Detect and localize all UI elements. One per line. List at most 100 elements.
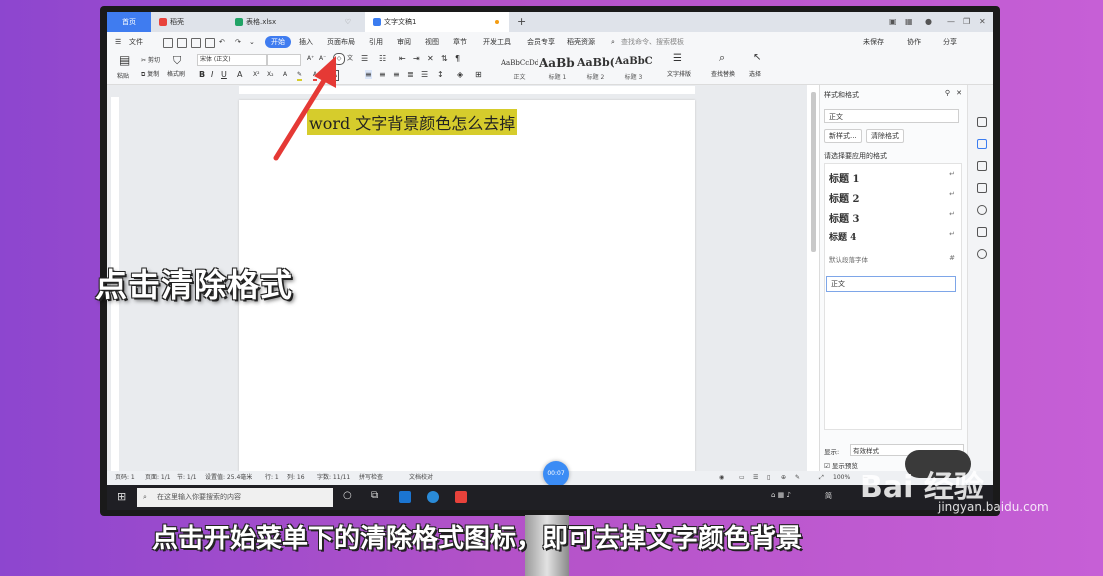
menu-member[interactable]: 会员专享 <box>527 32 555 52</box>
avatar[interactable]: ● <box>925 12 932 32</box>
undo-icon[interactable]: ↶ <box>219 32 225 52</box>
style-list-default-font[interactable]: 默认段落字体 <box>829 254 868 264</box>
tab-home[interactable]: 首页 <box>107 12 151 32</box>
text-layout-icon[interactable]: ☰ <box>673 54 682 64</box>
menu-developer[interactable]: 开发工具 <box>483 32 511 52</box>
sort-icon[interactable]: ⇅ <box>441 54 448 63</box>
print-icon[interactable] <box>191 38 201 48</box>
style-heading-3[interactable]: AaBbC 标题 3 <box>615 54 652 81</box>
bold-icon[interactable]: B <box>199 70 205 79</box>
select-cursor-icon[interactable]: ↖ <box>753 53 761 63</box>
input-method-indicator[interactable]: 简 <box>825 491 832 501</box>
preview-checkbox[interactable]: ☑ 显示预览 <box>824 460 858 470</box>
current-style-select[interactable]: 正文 <box>824 109 959 123</box>
proofread-button[interactable]: 文档校对 <box>409 471 433 485</box>
tray-icons[interactable]: ⌂ ▦ ♪ <box>771 491 791 499</box>
preview-icon[interactable] <box>205 38 215 48</box>
select-button[interactable]: 选择 <box>749 70 761 79</box>
task-view-icon[interactable]: ○ <box>343 490 352 501</box>
paste-icon[interactable]: ▤ <box>119 54 130 66</box>
wps-icon[interactable] <box>455 491 467 503</box>
shading-icon[interactable]: ◈ <box>457 70 463 79</box>
outdent-icon[interactable]: ⇥ <box>413 54 420 63</box>
copy-button[interactable]: ⧉ 复制 <box>141 70 159 79</box>
new-style-button[interactable]: 新样式... <box>824 129 862 143</box>
style-list-normal[interactable]: 正文 <box>826 276 956 292</box>
share-button[interactable]: 分享 <box>943 32 957 52</box>
chinese-layout-icon[interactable]: ✕ <box>427 54 434 63</box>
edit-icon[interactable] <box>977 139 987 149</box>
numbered-list-icon[interactable]: ☷ <box>379 54 386 63</box>
status-word-count[interactable]: 字数: 11/11 <box>317 471 350 485</box>
select-icon[interactable] <box>977 161 987 171</box>
menu-docer-resources[interactable]: 稻壳资源 <box>567 32 595 52</box>
unsaved-button[interactable]: 未保存 <box>863 32 884 52</box>
collaborate-button[interactable]: 协作 <box>907 32 921 52</box>
panel-close-icon[interactable]: ✕ <box>956 89 962 97</box>
taskbar-search-input[interactable]: ⌕ 在这里输入你要搜索的内容 <box>137 488 333 507</box>
menu-start[interactable]: 开始 <box>265 36 291 48</box>
align-center-icon[interactable]: ≡ <box>379 70 386 79</box>
menu-section[interactable]: 章节 <box>453 32 467 52</box>
vertical-scrollbar[interactable] <box>811 92 816 252</box>
pin-icon[interactable]: ⚲ <box>945 89 950 97</box>
menu-view[interactable]: 视图 <box>425 32 439 52</box>
text-layout-button[interactable]: 文字排版 <box>667 70 691 79</box>
read-view-icon[interactable]: ▯ <box>767 471 770 485</box>
style-icon[interactable] <box>977 117 987 127</box>
menu-icon[interactable]: ☰ <box>115 32 121 52</box>
font-name-select[interactable]: 宋体 (正文) <box>197 54 267 66</box>
strikethrough-icon[interactable]: A <box>237 70 242 79</box>
export-icon[interactable] <box>177 38 187 48</box>
tab-docer[interactable]: 稻壳 <box>151 12 227 32</box>
settings-icon[interactable] <box>977 183 987 193</box>
find-replace-icon[interactable]: ⌕ <box>719 52 725 63</box>
menu-references[interactable]: 引用 <box>369 32 383 52</box>
paste-button[interactable]: 粘贴 <box>117 72 129 81</box>
pen-icon[interactable]: ✎ <box>795 471 800 485</box>
indent-icon[interactable]: ⇤ <box>399 54 406 63</box>
underline-icon[interactable]: U <box>221 70 227 79</box>
superscript-icon[interactable]: X² <box>253 70 260 79</box>
backup-icon[interactable] <box>977 227 987 237</box>
close-window-icon[interactable]: ✕ <box>979 12 986 32</box>
command-search-input[interactable]: 查找命令、搜索模板 <box>621 32 684 52</box>
restore-icon[interactable]: ❐ <box>963 12 970 32</box>
style-heading-1[interactable]: AaBb 标题 1 <box>539 54 576 81</box>
help-icon[interactable] <box>977 205 987 215</box>
fit-icon[interactable]: ⤢ <box>819 471 824 485</box>
style-list-heading-1[interactable]: 标题 1 <box>829 170 859 185</box>
sogou-icon[interactable] <box>427 491 439 503</box>
menu-page-layout[interactable]: 页面布局 <box>327 32 355 52</box>
justify-icon[interactable]: ≣ <box>407 70 414 79</box>
style-list-heading-3[interactable]: 标题 3 <box>829 210 859 225</box>
borders-icon[interactable]: ⊞ <box>475 70 482 79</box>
grid-icon[interactable]: ▦ <box>905 12 913 32</box>
italic-icon[interactable]: I <box>211 70 213 79</box>
new-tab-button[interactable]: + <box>517 12 526 32</box>
page-view-icon[interactable]: ▭ <box>739 471 745 485</box>
style-list-heading-2[interactable]: 标题 2 <box>829 190 859 205</box>
distribute-icon[interactable]: ☰ <box>421 70 428 79</box>
bullet-list-icon[interactable]: ☰ <box>361 54 368 63</box>
show-marks-icon[interactable]: ¶ <box>455 54 460 63</box>
widgets-icon[interactable]: ⧉ <box>371 490 378 501</box>
line-spacing-icon[interactable]: ↕ <box>437 70 444 79</box>
minimize-icon[interactable]: — <box>947 12 955 32</box>
align-right-icon[interactable]: ≡ <box>393 70 400 79</box>
style-list-heading-4[interactable]: 标题 4 <box>829 230 856 243</box>
menu-insert[interactable]: 插入 <box>299 32 313 52</box>
layout-icon[interactable]: ▣ <box>889 12 897 32</box>
align-left-icon[interactable]: ≡ <box>365 70 372 79</box>
close-icon[interactable]: ♡ <box>345 12 351 32</box>
more-icon[interactable]: ⌄ <box>249 32 255 52</box>
menu-file[interactable]: 文件 <box>129 32 143 52</box>
style-heading-2[interactable]: AaBb( 标题 2 <box>577 54 614 81</box>
clear-format-button[interactable]: 清除格式 <box>866 129 904 143</box>
outline-view-icon[interactable]: ☰ <box>753 471 758 485</box>
tab-spreadsheet[interactable]: 表格.xlsx ♡ <box>227 12 359 32</box>
spell-check-button[interactable]: 拼写检查 <box>359 471 383 485</box>
menu-review[interactable]: 审阅 <box>397 32 411 52</box>
eye-icon[interactable]: ◉ <box>719 471 724 485</box>
zoom-level[interactable]: 100% <box>833 471 850 485</box>
